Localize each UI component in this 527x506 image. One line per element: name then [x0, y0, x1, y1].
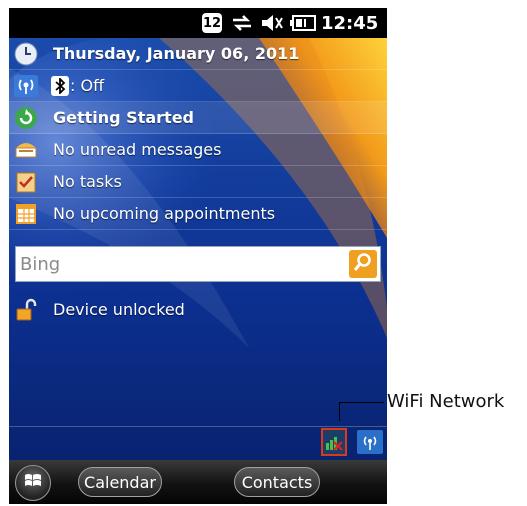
- contacts-softkey[interactable]: Contacts: [234, 467, 320, 497]
- today-bluetooth-row[interactable]: : Off: [9, 70, 387, 102]
- windows-logo-icon: [23, 471, 43, 495]
- notification-count-badge[interactable]: 12: [202, 13, 222, 33]
- search-input[interactable]: [20, 250, 340, 278]
- tray-divider: [9, 426, 387, 427]
- today-getting-started-row[interactable]: Getting Started: [9, 102, 387, 134]
- sync-icon[interactable]: [230, 12, 254, 34]
- annotation-leader-line: [339, 402, 384, 421]
- search-icon: [353, 252, 373, 276]
- volume-muted-icon[interactable]: [259, 12, 285, 34]
- messages-status: No unread messages: [53, 140, 222, 159]
- today-date-row[interactable]: Thursday, January 06, 2011: [9, 38, 387, 70]
- getting-started-icon: [14, 106, 38, 130]
- today-messages-row[interactable]: No unread messages: [9, 134, 387, 166]
- lock-status-text: Device unlocked: [53, 300, 185, 319]
- calendar-softkey[interactable]: Calendar: [78, 467, 162, 497]
- search-button[interactable]: [349, 250, 377, 278]
- tasks-status: No tasks: [53, 172, 122, 191]
- lock-status-row[interactable]: Device unlocked: [9, 296, 387, 326]
- phone-screen: 12 12:45 Thursday, January 06, 2011 : Of…: [9, 8, 387, 504]
- bluetooth-status: : Off: [70, 76, 105, 95]
- wireless-manager-icon[interactable]: [357, 430, 383, 454]
- getting-started-label: Getting Started: [53, 108, 194, 127]
- today-tasks-row[interactable]: No tasks: [9, 166, 387, 198]
- tasks-icon: [14, 170, 38, 194]
- bluetooth-icon: [51, 75, 69, 96]
- clock-icon: [14, 42, 38, 66]
- inbox-icon: [14, 138, 38, 162]
- wifi-network-status-icon[interactable]: [321, 428, 347, 456]
- status-bar: 12 12:45: [9, 8, 387, 38]
- today-appointments-row[interactable]: No upcoming appointments: [9, 198, 387, 230]
- wifi-network-annotation: WiFi Network: [387, 391, 505, 412]
- today-date: Thursday, January 06, 2011: [53, 44, 300, 63]
- wireless-icon: [14, 74, 38, 98]
- bing-search-box: [15, 246, 381, 282]
- calendar-icon: [14, 202, 38, 226]
- unlocked-padlock-icon: [15, 298, 37, 326]
- appointments-status: No upcoming appointments: [53, 204, 276, 223]
- start-button[interactable]: [15, 465, 51, 501]
- soft-key-bar: Calendar Contacts: [9, 460, 387, 504]
- clock-time[interactable]: 12:45: [321, 12, 381, 34]
- battery-icon[interactable]: [290, 12, 316, 34]
